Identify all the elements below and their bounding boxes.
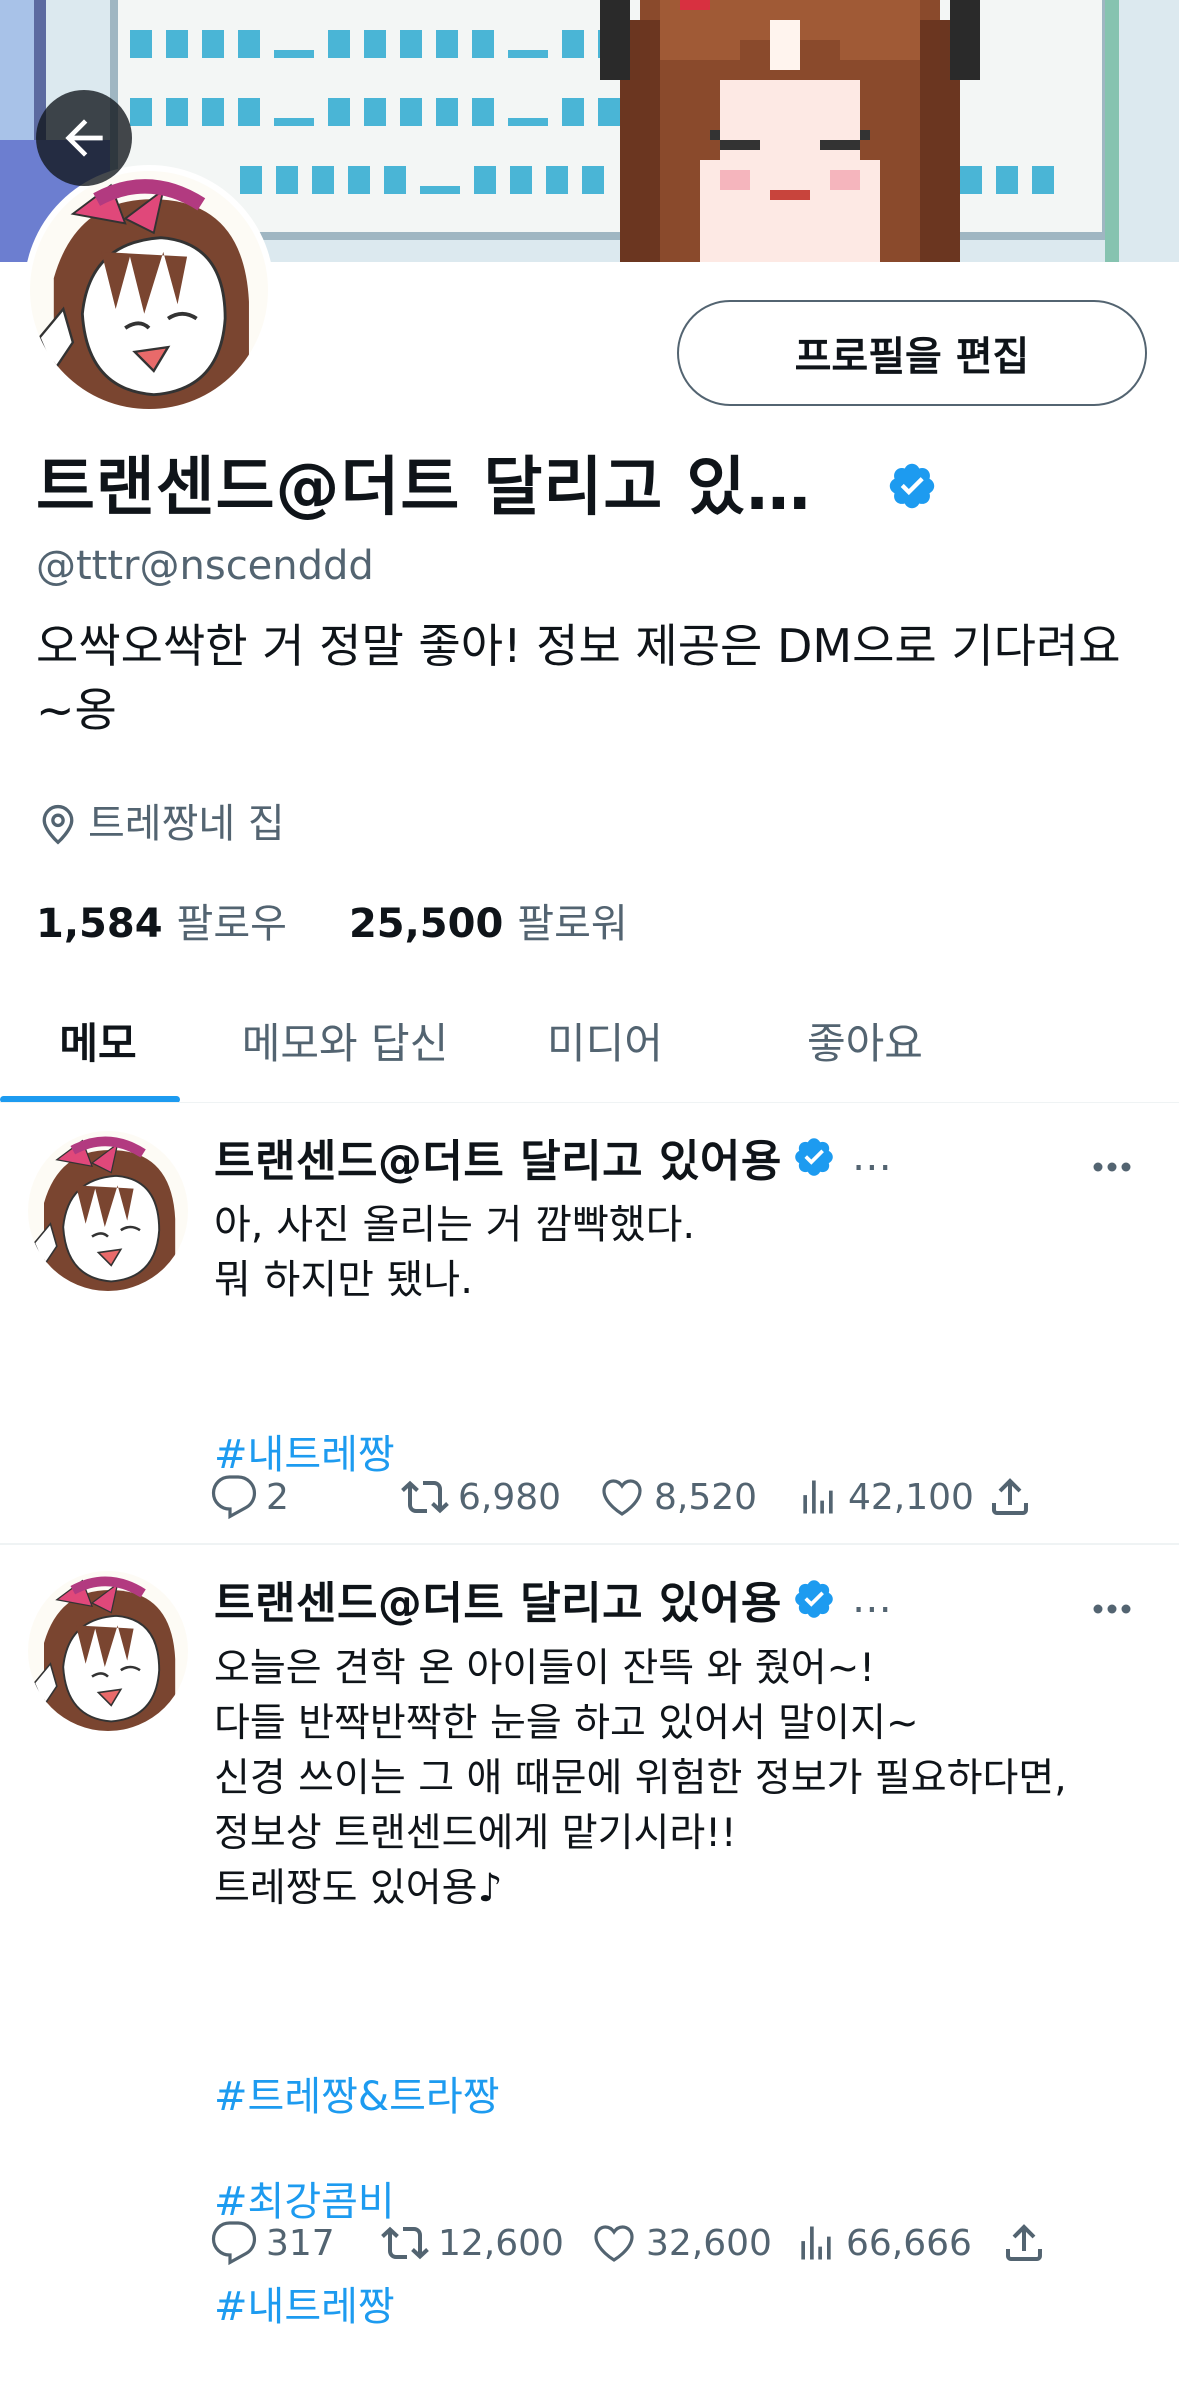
tab-likes[interactable]: 좋아요 [740,980,990,1100]
share-button[interactable] [1000,2213,1048,2273]
like-button[interactable]: 32,600 [590,2213,772,2273]
share-icon [992,1478,1028,1515]
reply-count: 317 [266,2222,335,2264]
reply-icon [211,1475,257,1520]
hashtag-link[interactable]: #내트레짱 [214,2282,1174,2332]
profile-avatar[interactable] [24,165,274,415]
tweet-text: 오늘은 견학 온 아이들이 잔뜩 와 줬어~! 다들 반짝반짝한 눈을 하고 있… [214,1646,1067,1911]
view-count: 42,100 [848,1476,974,1518]
like-icon [594,2225,634,2262]
tweet-avatar[interactable] [28,1571,188,1731]
following-count: 1,584 [36,901,163,947]
location-pin-icon [42,804,74,845]
hashtag-link[interactable]: #트레짱&트라짱 [214,2072,1174,2122]
share-icon [1006,2224,1042,2261]
tab-posts[interactable]: 메모 [0,980,196,1100]
avatar-image [30,171,268,409]
tweet-ellipsis: … [851,1134,892,1180]
more-icon [1093,1604,1131,1614]
reply-icon [211,2221,257,2266]
more-icon [1093,1162,1131,1172]
views-icon [803,1480,833,1514]
tweet-header: 트랜센드@더트 달리고 있어용 … [214,1125,892,1189]
tab-media[interactable]: 미디어 [490,980,720,1100]
tweet-hashtags: #트레짱&트라짱 #최강콤비 #내트레짱 [214,2017,1174,2387]
verified-icon [795,1138,833,1176]
tweet-header: 트랜센드@더트 달리고 있어용 … [214,1567,892,1631]
profile-tabs: 메모 메모와 답신 미디어 좋아요 [0,980,1179,1100]
retweet-button[interactable]: 12,600 [380,2213,564,2273]
tweet-author-name[interactable]: 트랜센드@더트 달리고 있어용 [214,1125,782,1189]
views-button[interactable]: 66,666 [794,2213,972,2273]
avatar-image [28,1571,188,1731]
retweet-count: 6,980 [458,1476,562,1518]
retweet-button[interactable]: 6,980 [400,1467,561,1527]
banner-pixel-row [240,166,604,194]
tweet-author-name[interactable]: 트랜센드@더트 달리고 있어용 [214,1567,782,1631]
following-label: 팔로우 [176,901,287,947]
reply-button[interactable]: 317 [210,2213,335,2273]
tweet-text: 아, 사진 올리는 거 깜빡했다. 뭐 하지만 됐나. [214,1202,696,1303]
following-link[interactable]: 1,584 팔로우 [36,896,287,952]
tweet-more-button[interactable] [1087,1589,1137,1629]
share-button[interactable] [986,1467,1034,1527]
retweet-count: 12,600 [438,2222,564,2264]
verified-icon [795,1580,833,1618]
avatar-image [28,1131,188,1291]
verified-icon[interactable] [886,460,938,512]
like-count: 8,520 [654,1476,758,1518]
follow-stats: 1,584 팔로우 25,500 팔로워 [36,896,628,952]
tweet-avatar[interactable] [28,1131,188,1291]
like-count: 32,600 [646,2222,772,2264]
like-icon [602,1479,642,1516]
view-count: 66,666 [846,2222,972,2264]
retweet-icon [401,1480,449,1514]
views-button[interactable]: 42,100 [796,1467,974,1527]
followers-count: 25,500 [348,901,504,947]
back-button[interactable] [36,90,132,186]
tab-replies[interactable]: 메모와 답신 [210,980,480,1100]
back-arrow-icon [65,119,103,157]
tweet-more-button[interactable] [1087,1147,1137,1187]
reply-button[interactable]: 2 [210,1467,289,1527]
followers-label: 팔로워 [517,901,628,947]
tweet[interactable]: 트랜센드@더트 달리고 있어용 … 오늘은 견학 온 아이들이 잔뜩 와 줬어~… [0,1545,1179,2330]
banner-decoration [1105,0,1119,262]
location-text: 트레짱네 집 [88,801,285,847]
edit-profile-button[interactable]: 프로필을 편집 [677,300,1147,406]
profile-display-name: 트랜센드@더트 달리고 있… [36,451,812,525]
banner-pixel-row [130,98,620,126]
reply-count: 2 [266,1476,289,1518]
retweet-icon [381,2226,429,2260]
profile-handle: @tttr@nscenddd [36,543,374,589]
profile-bio: 오싹오싹한 거 정말 좋아! 정보 제공은 DM으로 기다려요~옹 [36,619,1121,737]
tweet-ellipsis: … [851,1576,892,1622]
banner-pixel-row [130,30,656,58]
banner-character-image [600,0,980,262]
views-icon [801,2226,831,2260]
profile-location: 트레짱네 집 [36,796,285,852]
followers-link[interactable]: 25,500 팔로워 [349,896,628,952]
like-button[interactable]: 8,520 [598,1467,757,1527]
tweet[interactable]: 트랜센드@더트 달리고 있어용 … 아, 사진 올리는 거 깜빡했다. 뭐 하지… [0,1103,1179,1543]
